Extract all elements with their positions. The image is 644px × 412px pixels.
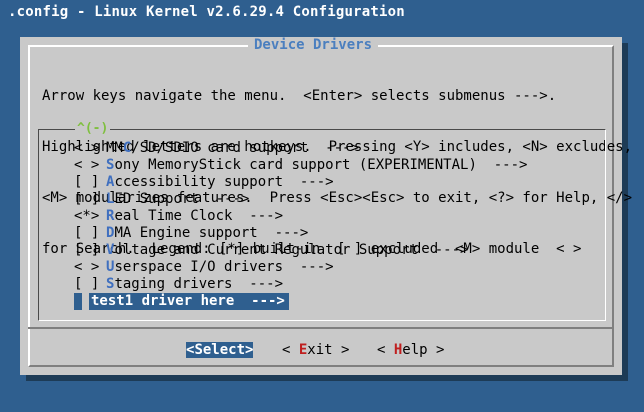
- select-label: elect: [202, 342, 246, 358]
- exit-button[interactable]: < Exit >: [282, 342, 349, 358]
- dialog-title: Device Drivers: [248, 37, 379, 53]
- menu-item-label: Real Time Clock --->: [106, 208, 283, 225]
- menu-item-state[interactable]: < >: [74, 259, 99, 276]
- menu-item[interactable]: <*> Real Time Clock --->: [39, 208, 605, 225]
- menu-item-label-rest: serspace I/O drivers --->: [114, 259, 334, 275]
- menu-item-state[interactable]: [ ]: [74, 225, 99, 242]
- help-label: elp: [402, 342, 428, 358]
- menu-item-label: Userspace I/O drivers --->: [106, 259, 334, 276]
- menu-item[interactable]: < > MMC/SD/SDIO card support --->: [39, 140, 605, 157]
- menu-item-state[interactable]: [ ]: [74, 191, 99, 208]
- menu-item-label-rest: taging drivers --->: [114, 276, 284, 292]
- menu-item[interactable]: [ ] Staging drivers --->: [39, 276, 605, 293]
- exit-label: xit: [307, 342, 333, 358]
- menu-item-label: Sony MemoryStick card support (EXPERIMEN…: [106, 157, 527, 174]
- menu-item[interactable]: < > Userspace I/O drivers --->: [39, 259, 605, 276]
- help-button-open: <: [377, 342, 394, 358]
- menu-item-label-rest: oltage and Current Regulator Support ---…: [114, 242, 469, 258]
- help-line: Arrow keys navigate the menu. <Enter> se…: [42, 88, 557, 104]
- menu-item-label-start: MM: [106, 140, 123, 156]
- menu-item-label: MMC/SD/SDIO card support --->: [106, 140, 359, 157]
- menu-item[interactable]: < > Sony MemoryStick card support (EXPERI…: [39, 157, 605, 174]
- menu-item-label-rest: MA Engine support --->: [114, 225, 309, 241]
- help-button-close: >: [427, 342, 445, 358]
- button-separator: [28, 327, 614, 329]
- menu-item-label: Voltage and Current Regulator Support --…: [106, 242, 468, 259]
- menu-item-label: DMA Engine support --->: [106, 225, 308, 242]
- menu-item-state[interactable]: < >: [74, 157, 99, 174]
- selection-marker: [74, 293, 82, 310]
- select-hotkey: S: [194, 342, 203, 358]
- exit-button-close: >: [332, 342, 350, 358]
- menu-item-label-rest: /SD/SDIO card support --->: [131, 140, 359, 156]
- select-button-close: >: [245, 342, 254, 358]
- menu-list: < > MMC/SD/SDIO card support ---> < > Sony …: [39, 140, 605, 310]
- menu-item[interactable]: test1 driver here --->: [39, 293, 605, 310]
- menu-item-state[interactable]: [ ]: [74, 276, 99, 293]
- menu-item[interactable]: [ ] Voltage and Current Regulator Support…: [39, 242, 605, 259]
- menu-item-label: Accessibility support --->: [106, 174, 334, 191]
- button-bar: <Select> < Exit > < Help >: [20, 342, 622, 362]
- help-button[interactable]: < Help >: [377, 342, 444, 358]
- menu-item-label-rest: eal Time Clock --->: [114, 208, 284, 224]
- menu-item-label: test1 driver here --->: [89, 293, 289, 310]
- exit-button-open: <: [282, 342, 299, 358]
- menu-box: ^(-) < > MMC/SD/SDIO card support ---> < >…: [38, 121, 606, 321]
- menu-item-state[interactable]: <*>: [74, 208, 99, 225]
- scroll-up-indicator: ^(-): [75, 121, 111, 136]
- menu-item[interactable]: [ ] Accessibility support --->: [39, 174, 605, 191]
- menu-item-label-rest: test1 driver here --->: [91, 293, 285, 309]
- device-drivers-dialog: Device Drivers Arrow keys navigate the m…: [20, 37, 632, 375]
- menu-item-state[interactable]: [ ]: [74, 242, 99, 259]
- menu-item-label-rest: ony MemoryStick card support (EXPERIMENT…: [114, 157, 528, 173]
- menu-item[interactable]: [ ] LED Support --->: [39, 191, 605, 208]
- menu-item[interactable]: [ ] DMA Engine support --->: [39, 225, 605, 242]
- menu-item-label: Staging drivers --->: [106, 276, 283, 293]
- menu-item-label: LED Support --->: [106, 191, 249, 208]
- select-button[interactable]: <Select>: [186, 342, 254, 358]
- menu-item-label-rest: ccessibility support --->: [114, 174, 334, 190]
- window-title: .config - Linux Kernel v2.6.29.4 Configu…: [8, 4, 405, 20]
- menu-item-state[interactable]: < >: [74, 140, 99, 157]
- menu-item-label-rest: ED Support --->: [114, 191, 250, 207]
- menu-item-state[interactable]: [ ]: [74, 174, 99, 191]
